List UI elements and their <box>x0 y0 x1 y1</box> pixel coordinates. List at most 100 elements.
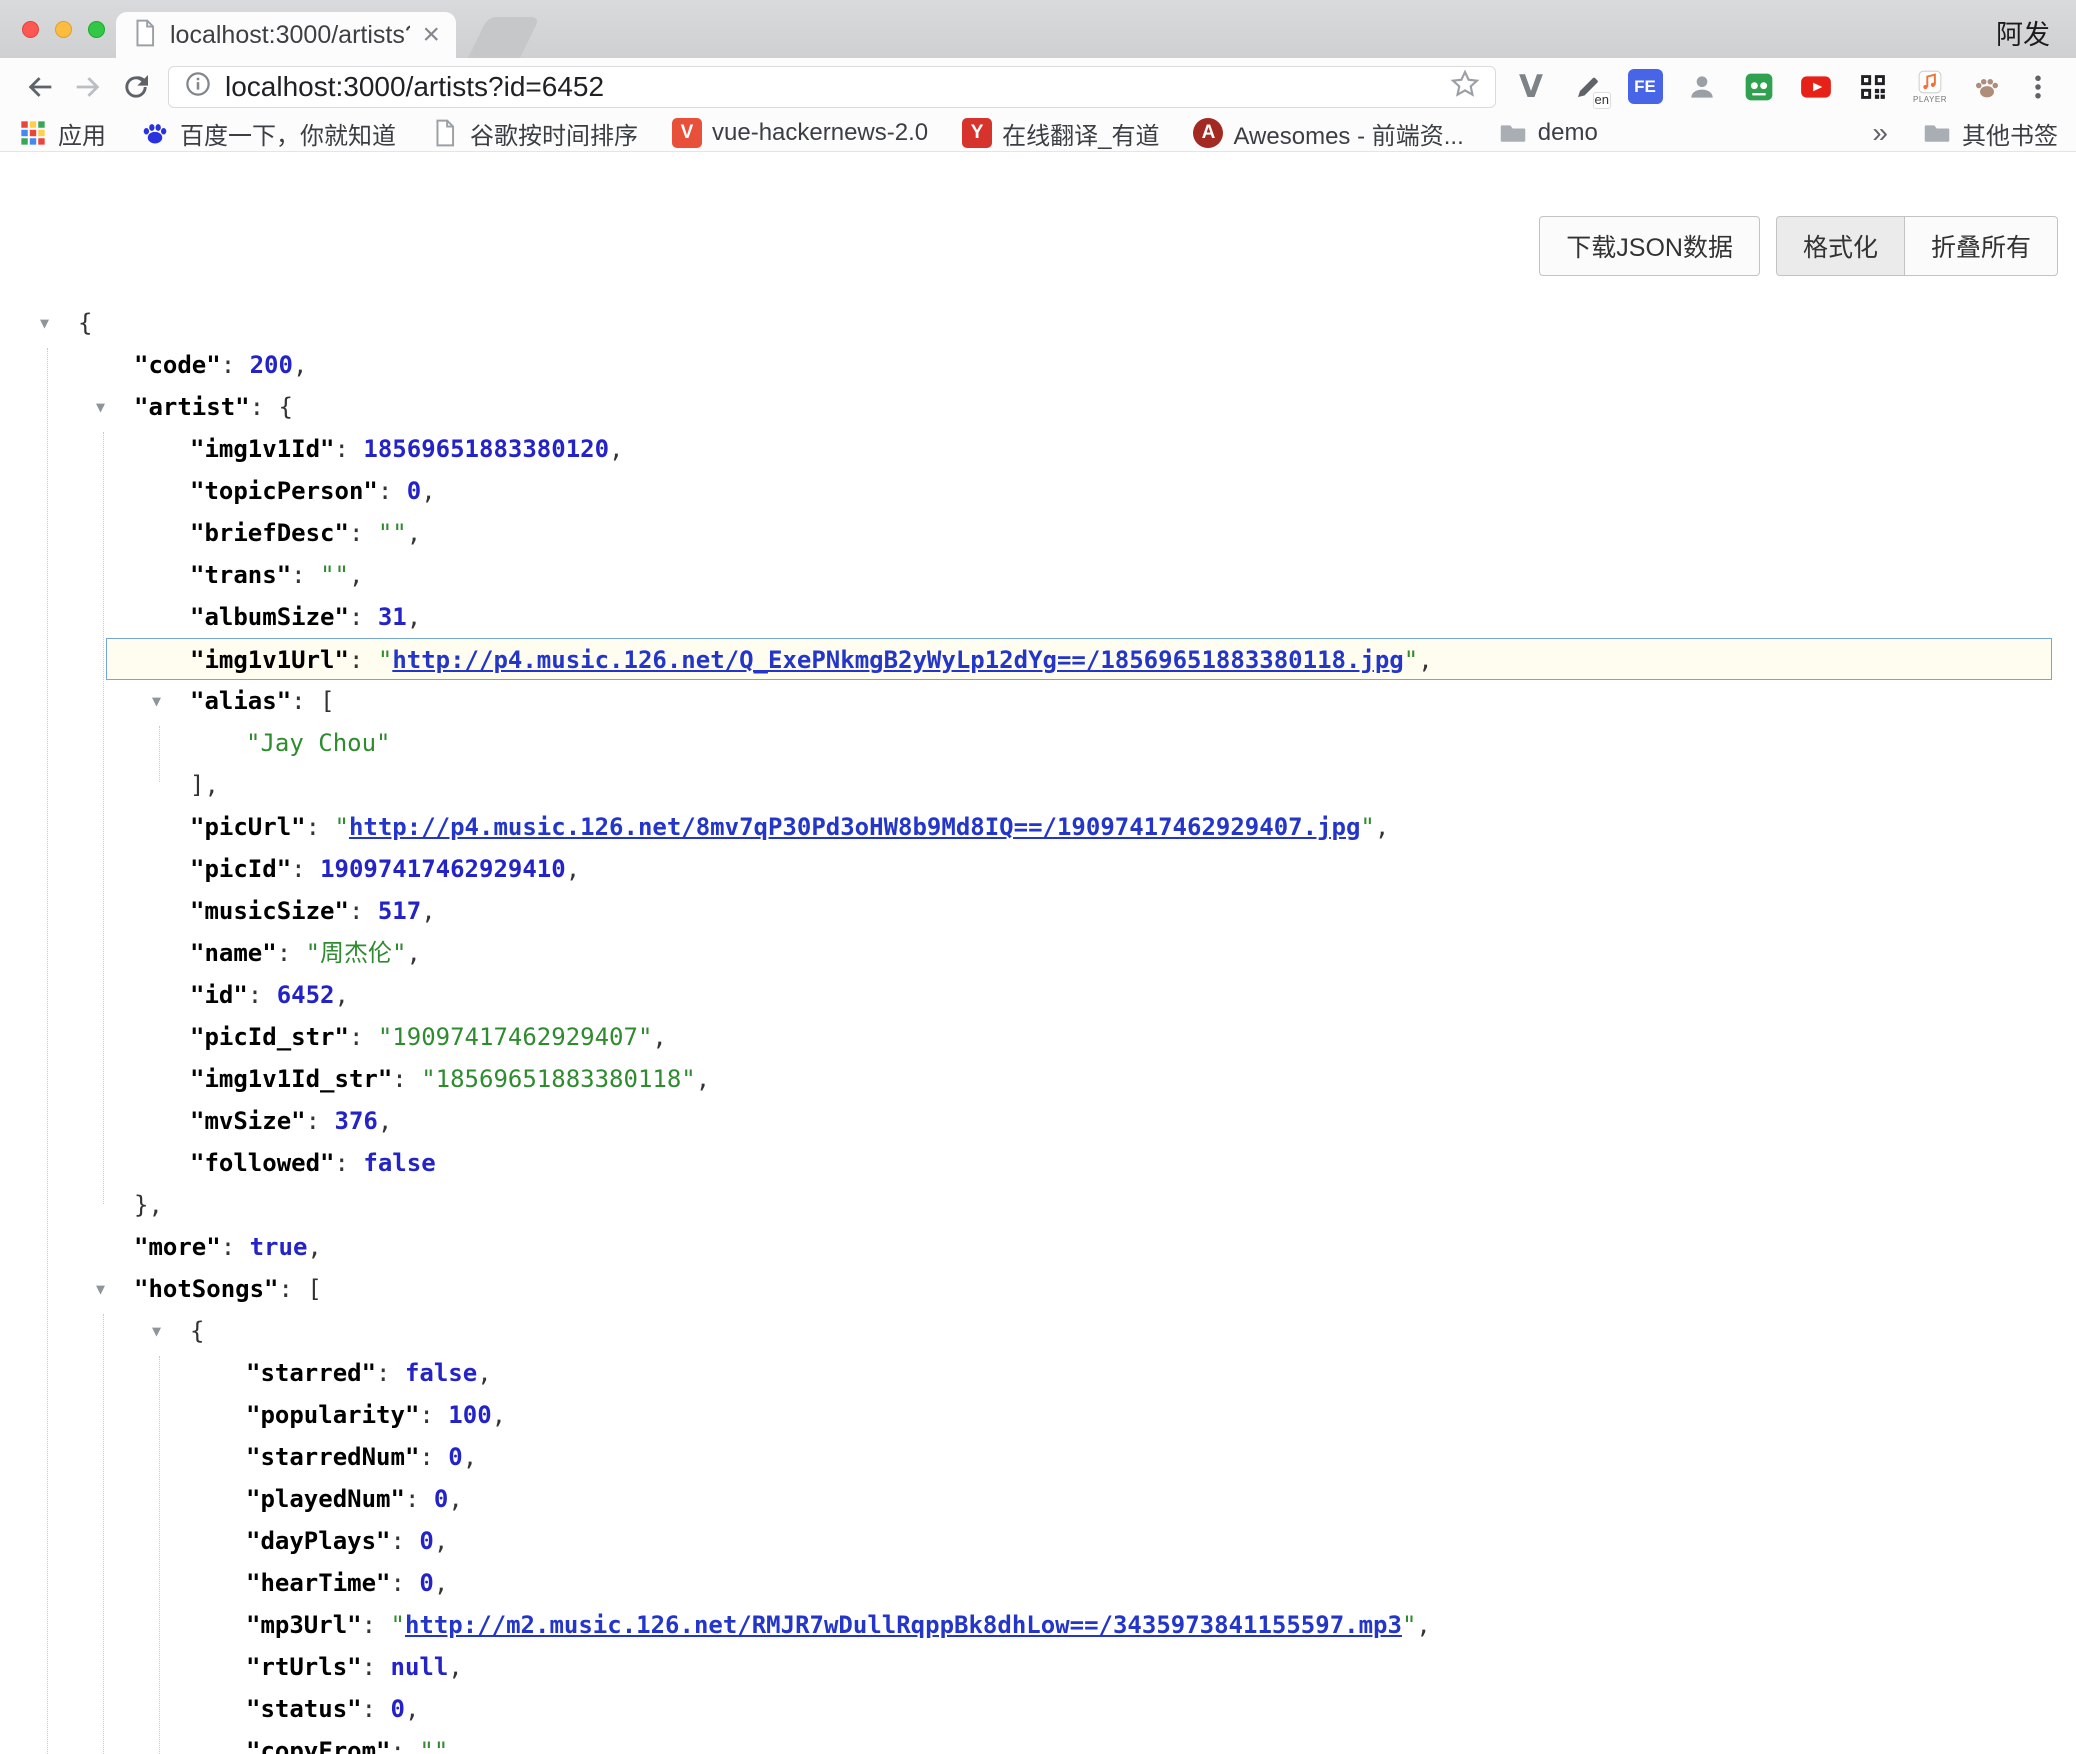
translate-pen-icon[interactable]: en <box>1567 63 1609 111</box>
json-token-key: "playedNum" <box>246 1485 405 1513</box>
youtube-icon[interactable] <box>1795 63 1837 111</box>
json-token-num: 0 <box>434 1485 448 1513</box>
browser-menu-icon[interactable] <box>2016 63 2060 111</box>
json-token-punc: : <box>221 351 250 379</box>
json-token-key: "briefDesc" <box>190 519 349 547</box>
paw-icon[interactable] <box>1966 63 2008 111</box>
json-token-punc: : <box>279 1275 308 1303</box>
json-token-punc: , <box>421 477 435 505</box>
json-line: ▼"hotSongs": [ <box>0 1268 2076 1310</box>
bookmark-item[interactable]: demo <box>1498 118 1598 148</box>
minimize-window-button[interactable] <box>55 21 72 38</box>
json-line: ▼"alias": [ <box>0 680 2076 722</box>
json-token-punc: : <box>362 1695 391 1723</box>
collapse-all-button[interactable]: 折叠所有 <box>1904 216 2058 276</box>
bookmarks-overflow-chevron[interactable]: » <box>1872 117 1888 149</box>
fe-badge-label: FE <box>1628 69 1663 104</box>
browser-tab[interactable]: localhost:3000/artists?id=645 × <box>116 12 456 58</box>
fe-badge-icon[interactable]: FE <box>1624 63 1666 111</box>
json-token-num: 18569651883380120 <box>363 435 609 463</box>
json-token-str: " <box>378 646 392 674</box>
json-token-key: "albumSize" <box>190 603 349 631</box>
collapse-caret-icon[interactable]: ▼ <box>96 386 105 428</box>
letter-v-icon: V <box>672 118 702 148</box>
json-token-str: " <box>391 1611 405 1639</box>
json-token-key: "more" <box>134 1233 221 1261</box>
json-url-link[interactable]: http://p4.music.126.net/Q_ExePNkmgB2yWyL… <box>392 646 1403 674</box>
json-token-punc: : <box>291 687 320 715</box>
format-button[interactable]: 格式化 <box>1776 216 1904 276</box>
json-line: "dayPlays": 0, <box>0 1520 2076 1562</box>
back-button[interactable] <box>16 63 64 111</box>
json-url-link[interactable]: http://p4.music.126.net/8mv7qP30Pd3oHW8b… <box>349 813 1360 841</box>
json-token-punc: : <box>391 1569 420 1597</box>
json-token-punc: , <box>349 561 363 589</box>
vimium-icon[interactable]: V <box>1510 63 1552 111</box>
json-token-key: "starredNum" <box>246 1443 419 1471</box>
json-token-str: "19097417462929407" <box>378 1023 653 1051</box>
json-line: "mp3Url": "http://m2.music.126.net/RMJR7… <box>0 1604 2076 1646</box>
json-token-key: "img1v1Id_str" <box>190 1065 392 1093</box>
bookmark-item[interactable]: AAwesomes - 前端资... <box>1193 116 1463 151</box>
profile-name[interactable]: 阿发 <box>1996 13 2050 52</box>
json-line: "id": 6452, <box>0 974 2076 1016</box>
json-token-punc: , <box>652 1023 666 1051</box>
qrcode-icon[interactable] <box>1852 63 1894 111</box>
bookmark-item[interactable]: 百度一下，你就知道 <box>140 116 396 151</box>
forward-button[interactable] <box>64 63 112 111</box>
json-token-punc: { <box>190 1317 204 1345</box>
music-player-icon[interactable]: PLAYER <box>1909 63 1951 111</box>
json-token-punc: , <box>293 351 307 379</box>
json-tree: ▼{"code": 200,▼"artist": {"img1v1Id": 18… <box>0 302 2076 1754</box>
bookmark-item[interactable]: Y在线翻译_有道 <box>962 116 1159 151</box>
bookmark-label: 百度一下，你就知道 <box>180 116 396 151</box>
reload-button[interactable] <box>112 63 160 111</box>
json-token-num: 0 <box>419 1527 433 1555</box>
json-line: "musicSize": 517, <box>0 890 2076 932</box>
json-token-key: "trans" <box>190 561 291 589</box>
json-token-num: 19097417462929410 <box>320 855 566 883</box>
bookmarks-bar: 应用 百度一下，你就知道谷歌按时间排序 Vvue-hackernews-2.0 Y在线… <box>0 115 2076 152</box>
green-shield-icon[interactable] <box>1738 63 1780 111</box>
collapse-caret-icon[interactable]: ▼ <box>96 1268 105 1310</box>
bookmark-item[interactable]: Vvue-hackernews-2.0 <box>672 118 928 148</box>
json-token-punc: : <box>391 1527 420 1555</box>
collapse-caret-icon[interactable]: ▼ <box>152 680 161 722</box>
json-url-link[interactable]: http://m2.music.126.net/RMJR7wDullRqppBk… <box>405 1611 1402 1639</box>
other-bookmarks[interactable]: 其他书签 <box>1922 116 2058 151</box>
collapse-caret-icon[interactable]: ▼ <box>40 302 49 344</box>
download-json-button[interactable]: 下载JSON数据 <box>1539 216 1760 276</box>
address-bar[interactable]: localhost:3000/artists?id=6452 <box>168 66 1496 108</box>
folder-icon <box>1922 118 1952 148</box>
page-info-icon[interactable] <box>183 69 213 104</box>
bookmarks-list: 应用 百度一下，你就知道谷歌按时间排序 Vvue-hackernews-2.0 Y在线… <box>18 116 1598 151</box>
json-token-punc: , <box>492 1401 506 1429</box>
json-token-key: "picUrl" <box>190 813 306 841</box>
json-token-key: "copyFrom" <box>246 1737 391 1754</box>
json-token-str: "" <box>378 519 407 547</box>
maximize-window-button[interactable] <box>88 21 105 38</box>
json-token-punc: : <box>392 1065 421 1093</box>
json-token-key: "img1v1Url" <box>190 646 349 674</box>
new-tab-button[interactable] <box>468 17 540 58</box>
bookmark-star-icon[interactable] <box>1449 68 1481 105</box>
bookmark-item[interactable]: 应用 <box>18 116 106 151</box>
tab-close-icon[interactable]: × <box>422 20 440 50</box>
json-token-punc: : <box>349 646 378 674</box>
close-window-button[interactable] <box>22 21 39 38</box>
bookmark-item[interactable]: 谷歌按时间排序 <box>430 116 638 151</box>
collapse-caret-icon[interactable]: ▼ <box>152 1310 161 1352</box>
json-token-punc: , <box>421 897 435 925</box>
json-token-key: "hearTime" <box>246 1569 391 1597</box>
json-token-str: " <box>335 813 349 841</box>
json-token-str: "" <box>320 561 349 589</box>
extensions: Ven FE PLAYER <box>1510 63 2008 111</box>
json-token-num: 517 <box>378 897 421 925</box>
json-line: "copyFrom": "", <box>0 1730 2076 1754</box>
tab-strip: localhost:3000/artists?id=645 × 阿发 <box>0 0 2076 58</box>
json-token-punc: : <box>250 393 279 421</box>
person-icon[interactable] <box>1681 63 1723 111</box>
url-text[interactable]: localhost:3000/artists?id=6452 <box>225 71 1449 103</box>
json-token-key: "popularity" <box>246 1401 419 1429</box>
json-token-punc: , <box>434 1569 448 1597</box>
